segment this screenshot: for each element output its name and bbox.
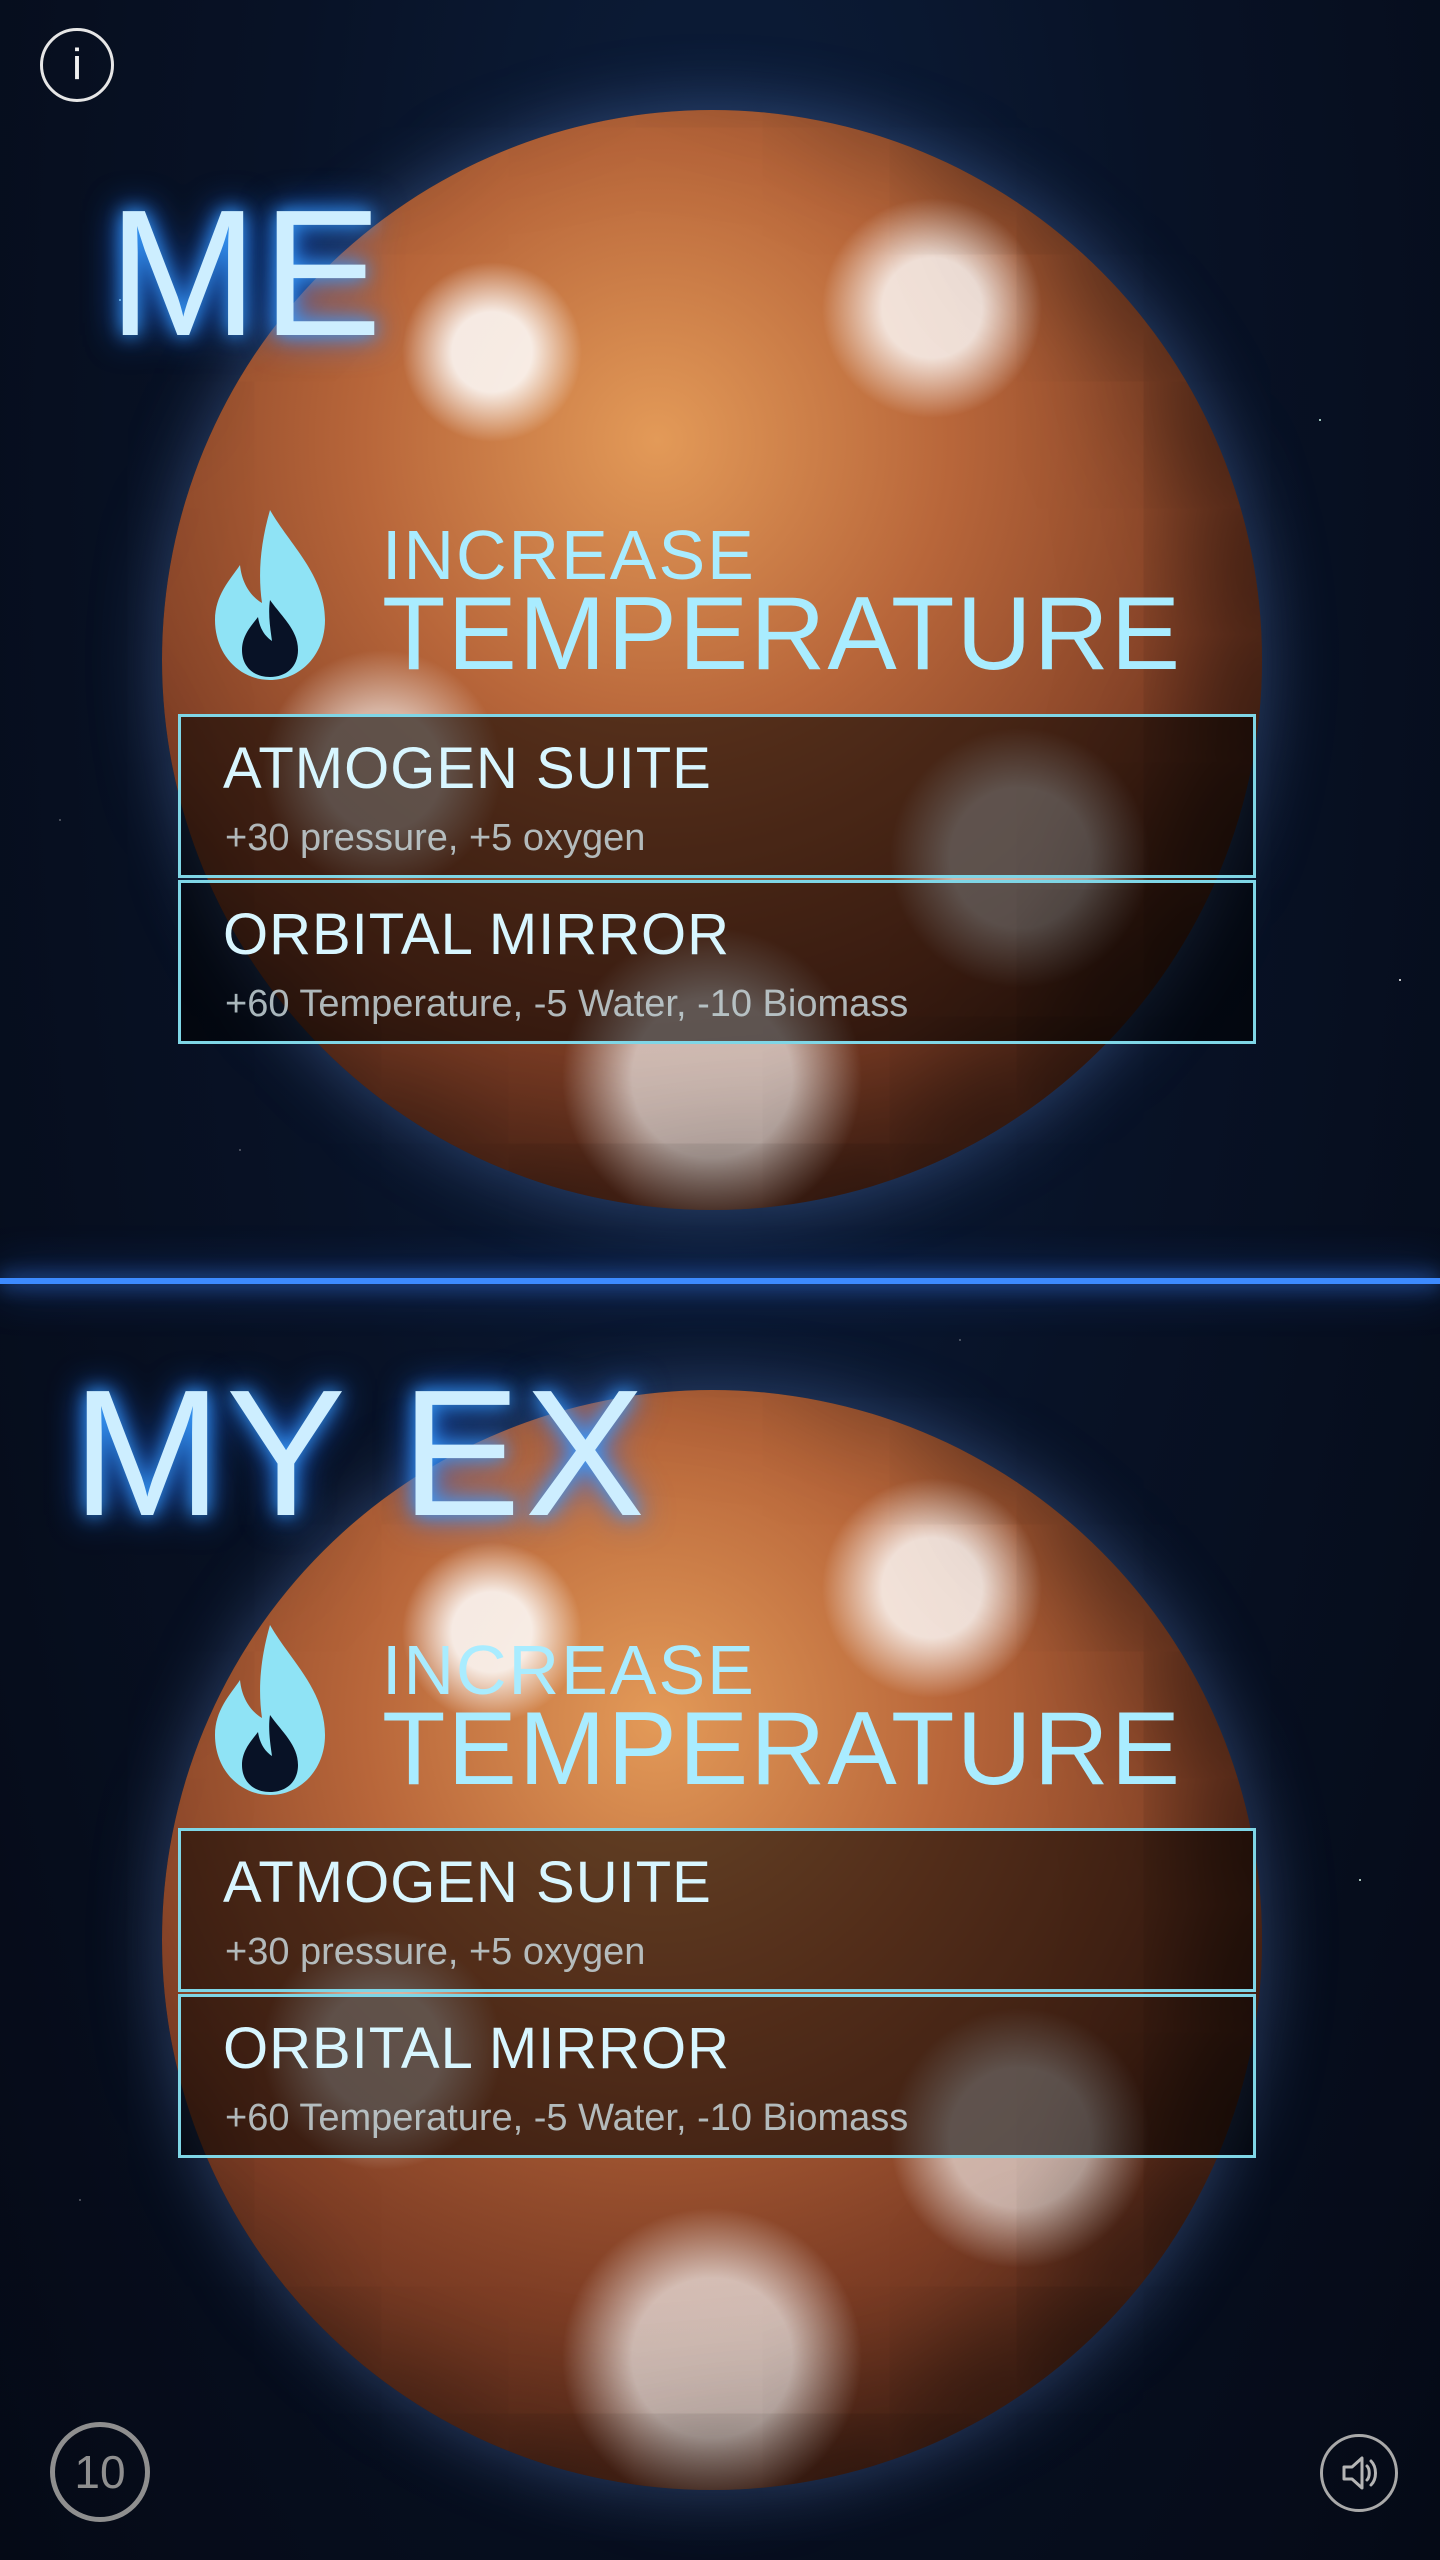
- option-orbital-mirror[interactable]: ORBITAL MIRROR +60 Temperature, -5 Water…: [178, 1994, 1256, 2158]
- flame-icon: [215, 1625, 325, 1795]
- action-header: INCREASE TEMPERATURE: [200, 495, 1200, 695]
- countdown-counter: 10: [50, 2422, 150, 2522]
- panel-me: ME INCREASE TEMPERATURE ATMOGEN SUITE +3…: [0, 0, 1440, 1280]
- option-name: ATMOGEN SUITE: [223, 1850, 712, 1915]
- option-orbital-mirror[interactable]: ORBITAL MIRROR +60 Temperature, -5 Water…: [178, 880, 1256, 1044]
- option-atmogen-suite[interactable]: ATMOGEN SUITE +30 pressure, +5 oxygen: [178, 714, 1256, 878]
- info-button[interactable]: i: [40, 28, 114, 102]
- option-atmogen-suite[interactable]: ATMOGEN SUITE +30 pressure, +5 oxygen: [178, 1828, 1256, 1992]
- action-title-large: TEMPERATURE: [382, 1691, 1183, 1807]
- option-name: ATMOGEN SUITE: [223, 736, 712, 801]
- info-icon: i: [72, 40, 82, 89]
- flame-icon: [215, 510, 325, 680]
- counter-value: 10: [74, 2446, 126, 2498]
- option-name: ORBITAL MIRROR: [223, 2016, 731, 2081]
- panel-label: MY EX: [72, 1353, 649, 1554]
- option-description: +30 pressure, +5 oxygen: [225, 817, 646, 859]
- panel-label: ME: [108, 173, 386, 374]
- option-description: +60 Temperature, -5 Water, -10 Biomass: [225, 2097, 909, 2139]
- panel-my-ex: MY EX INCREASE TEMPERATURE ATMOGEN SUITE…: [0, 1280, 1440, 2560]
- sound-button[interactable]: [1320, 2434, 1398, 2512]
- option-description: +60 Temperature, -5 Water, -10 Biomass: [225, 983, 909, 1025]
- action-title-large: TEMPERATURE: [382, 576, 1183, 692]
- option-description: +30 pressure, +5 oxygen: [225, 1931, 646, 1973]
- action-header: INCREASE TEMPERATURE: [200, 1610, 1200, 1810]
- option-name: ORBITAL MIRROR: [223, 902, 731, 967]
- speaker-icon: [1342, 2456, 1377, 2490]
